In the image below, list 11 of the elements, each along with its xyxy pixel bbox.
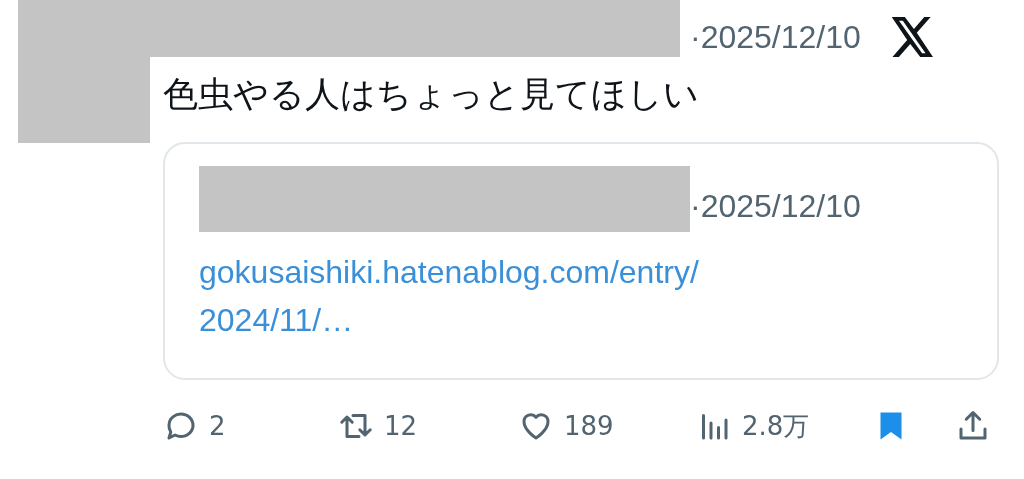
quote-date: ·2025/12/10 xyxy=(690,187,861,226)
action-count: 2 xyxy=(209,409,226,443)
quote-card[interactable]: ·2025/12/10 gokusaishiki.hatenablog.com/entry/ 2024/11/… xyxy=(163,142,999,380)
action-count: 2.8万 xyxy=(742,409,810,443)
post-date: ·2025/12/10 xyxy=(690,18,861,57)
action-count: 189 xyxy=(564,409,614,443)
post-text: 色虫やる人はちょっと見てほしい xyxy=(163,73,700,116)
x-logo-icon xyxy=(890,17,935,57)
link[interactable]: 2024/11/… xyxy=(199,296,354,344)
link[interactable]: gokusaishiki.hatenablog.com/entry/ xyxy=(199,248,699,296)
action-count: 12 xyxy=(384,409,418,443)
